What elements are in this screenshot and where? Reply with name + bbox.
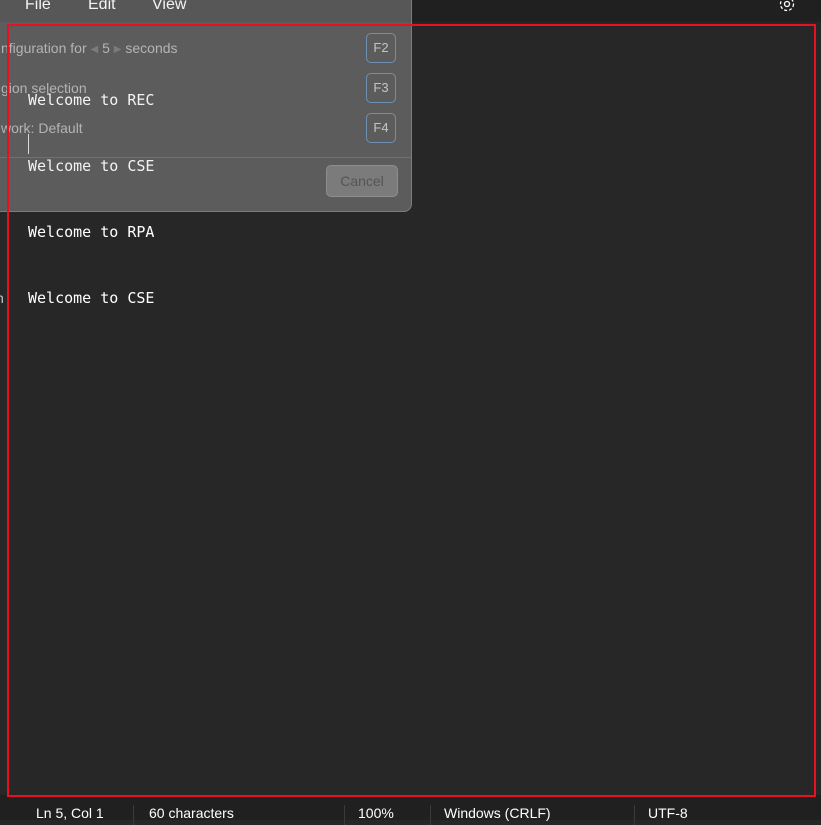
f2-key-button[interactable]: F2 (366, 33, 396, 63)
delay-label: nfiguration for (1, 40, 87, 56)
delay-setting: nfiguration for ◀ 5 ▶ seconds (1, 40, 178, 56)
delay-value: 5 (102, 40, 110, 56)
cancel-button[interactable]: Cancel (326, 165, 398, 197)
delay-unit: seconds (125, 40, 178, 56)
divider (133, 805, 134, 825)
region-selection-label: gion selection (1, 80, 87, 96)
gear-icon[interactable] (777, 0, 797, 14)
f4-key-button[interactable]: F4 (366, 113, 396, 143)
status-bar: Ln 5, Col 1 60 characters 100% Windows (… (0, 795, 821, 825)
editor-line: Welcome to RPA (28, 223, 155, 241)
encoding[interactable]: UTF-8 (648, 805, 688, 821)
divider (0, 157, 411, 158)
divider (430, 805, 431, 825)
decrease-delay-icon[interactable]: ◀ (91, 44, 99, 55)
snip-options-panel: nfiguration for ◀ 5 ▶ seconds gion selec… (0, 0, 412, 212)
network-label: work: Default (1, 120, 83, 136)
background-text-fragment: n (0, 290, 4, 306)
line-ending[interactable]: Windows (CRLF) (444, 805, 551, 821)
cursor-position: Ln 5, Col 1 (36, 805, 104, 821)
divider (634, 805, 635, 825)
increase-delay-icon[interactable]: ▶ (114, 44, 122, 55)
zoom-level[interactable]: 100% (358, 805, 394, 821)
f3-key-button[interactable]: F3 (366, 73, 396, 103)
character-count: 60 characters (149, 805, 234, 821)
divider (344, 805, 345, 825)
editor-line: Welcome to CSE (28, 289, 155, 307)
